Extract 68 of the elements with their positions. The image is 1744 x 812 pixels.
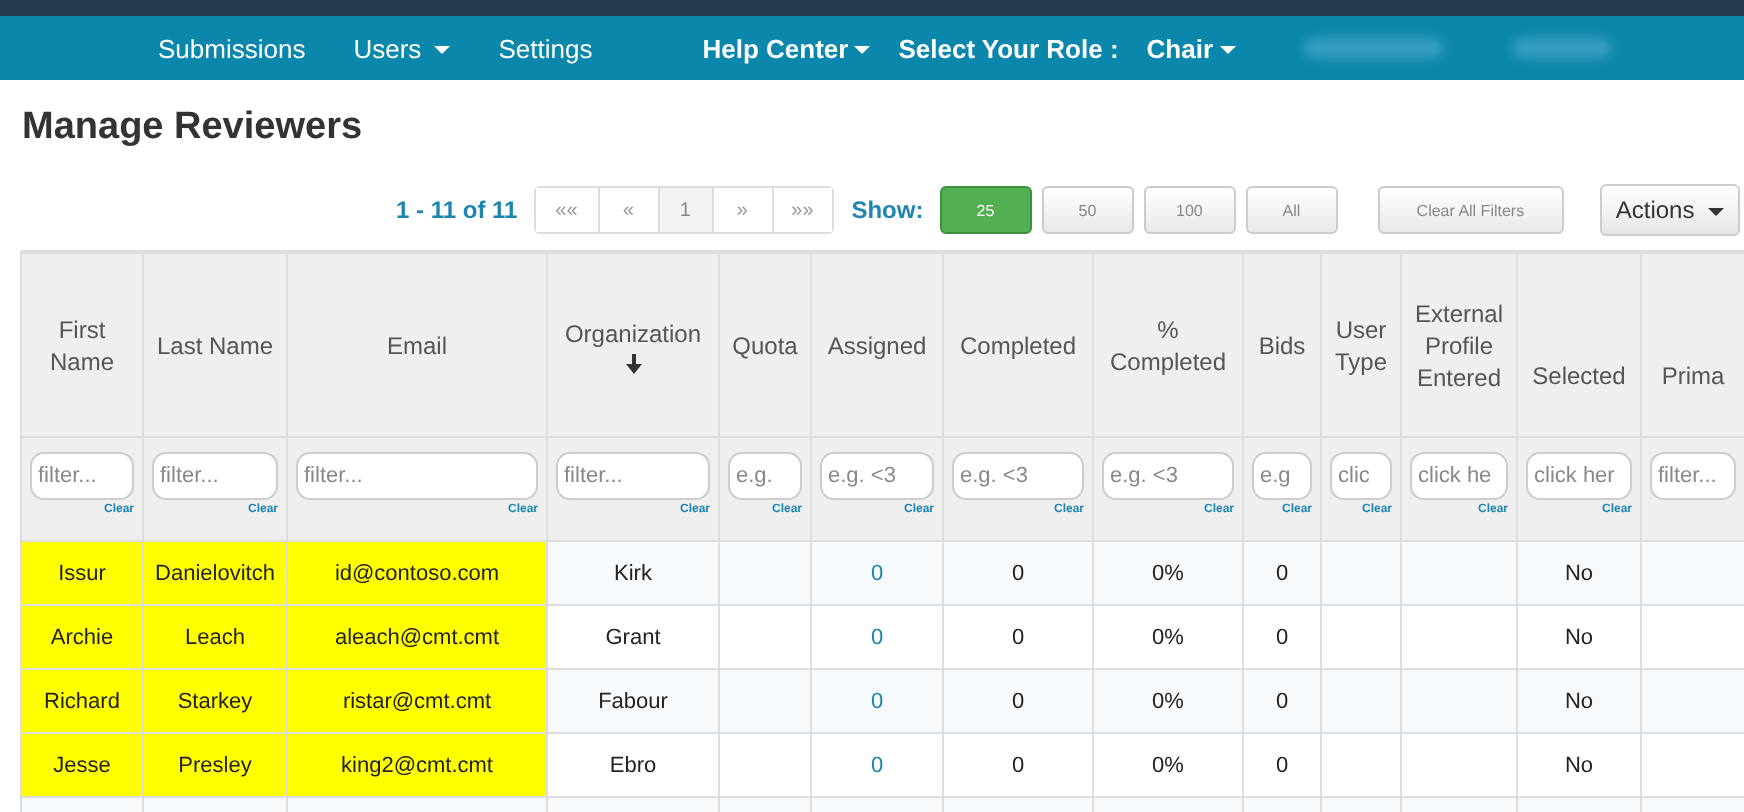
show-label: Show: xyxy=(851,196,924,224)
table-cell: 0 xyxy=(811,541,943,605)
nav-link[interactable]: Submissions xyxy=(158,33,306,63)
highlighted-cell: Issur xyxy=(21,541,143,605)
filter-field[interactable]: e.g xyxy=(1252,452,1312,500)
table-cell: 0 xyxy=(1243,669,1321,733)
page-size-button[interactable]: 50 xyxy=(1041,186,1134,234)
table-cell: No xyxy=(1517,541,1641,605)
table-cell: 0% xyxy=(1093,541,1243,605)
page-size-button[interactable]: 100 xyxy=(1143,186,1236,234)
nav-link[interactable]: Settings xyxy=(498,33,593,63)
highlighted-cell: Danielovitch xyxy=(143,541,287,605)
table-cell: Fabour xyxy=(547,669,719,733)
column-header[interactable]: Completed xyxy=(943,252,1093,437)
highlighted-cell: king2@cmt.cmt xyxy=(287,733,547,797)
page-size-button[interactable]: 25 xyxy=(939,186,1032,234)
pagination-button[interactable]: 1 xyxy=(657,188,712,232)
filter-field[interactable]: filter... xyxy=(30,452,134,500)
column-header[interactable]: User Type xyxy=(1321,252,1401,437)
clear-filters-button[interactable]: Clear All Filters xyxy=(1377,186,1564,234)
table-cell: No xyxy=(1517,669,1641,733)
column-header[interactable]: % Completed xyxy=(1093,252,1243,437)
filter-field[interactable]: filter... xyxy=(296,452,538,500)
table-cell: 0 xyxy=(943,541,1093,605)
highlighted-cell: Starkey xyxy=(143,669,287,733)
column-header[interactable]: Selected xyxy=(1517,252,1641,437)
column-header[interactable]: Last Name xyxy=(143,252,287,437)
nav-dropdown[interactable]: Chair xyxy=(1146,33,1236,63)
filter-field[interactable]: filter... xyxy=(152,452,278,500)
table-cell: 0 xyxy=(943,669,1093,733)
pagination-button[interactable]: »» xyxy=(771,188,832,232)
page-title: Manage Reviewers xyxy=(20,104,365,146)
highlighted-cell: aleach@cmt.cmt xyxy=(287,605,547,669)
result-range: 1 - 11 of 11 xyxy=(396,196,518,224)
table-cell: 0% xyxy=(1093,669,1243,733)
highlighted-cell: Jesse xyxy=(21,733,143,797)
filter-field[interactable]: filter... xyxy=(1650,452,1736,500)
filter-field[interactable]: e.g. xyxy=(728,452,802,500)
highlighted-cell: id@contoso.com xyxy=(287,541,547,605)
highlighted-cell: Leach xyxy=(143,605,287,669)
column-header[interactable]: Organization xyxy=(547,252,719,437)
column-header[interactable]: Bids xyxy=(1243,252,1321,437)
table-cell: Kirk xyxy=(547,541,719,605)
highlighted-cell: Richard xyxy=(21,669,143,733)
highlighted-cell: ristar@cmt.cmt xyxy=(287,669,547,733)
table-cell: 0 xyxy=(1243,541,1321,605)
column-header[interactable]: Email xyxy=(287,252,547,437)
filter-field[interactable]: e.g. <3 xyxy=(1102,452,1234,500)
column-header[interactable]: Assigned xyxy=(811,252,943,437)
filter-field[interactable]: click her xyxy=(1526,452,1632,500)
column-header[interactable]: Quota xyxy=(719,252,811,437)
column-header[interactable]: Prima xyxy=(1641,252,1744,437)
nav-dropdown[interactable]: Users xyxy=(353,33,451,63)
column-header[interactable]: First Name xyxy=(21,252,143,437)
table-cell: 0 xyxy=(811,669,943,733)
column-header[interactable]: External Profile Entered xyxy=(1401,252,1517,437)
filter-field[interactable]: filter... xyxy=(556,452,710,500)
filter-field[interactable]: e.g. <3 xyxy=(952,452,1084,500)
sort-arrow-icon xyxy=(625,353,641,373)
page-size-button[interactable]: All xyxy=(1245,186,1338,234)
filter-field[interactable]: click he xyxy=(1410,452,1508,500)
highlighted-cell: Presley xyxy=(143,733,287,797)
nav-dropdown[interactable]: Help Center xyxy=(702,33,871,63)
highlighted-cell: Archie xyxy=(21,605,143,669)
filter-field[interactable]: e.g. <3 xyxy=(820,452,934,500)
filter-field[interactable]: clic xyxy=(1330,452,1392,500)
role-label: Select Your Role : xyxy=(898,33,1119,63)
actions-button[interactable]: Actions xyxy=(1599,184,1740,236)
